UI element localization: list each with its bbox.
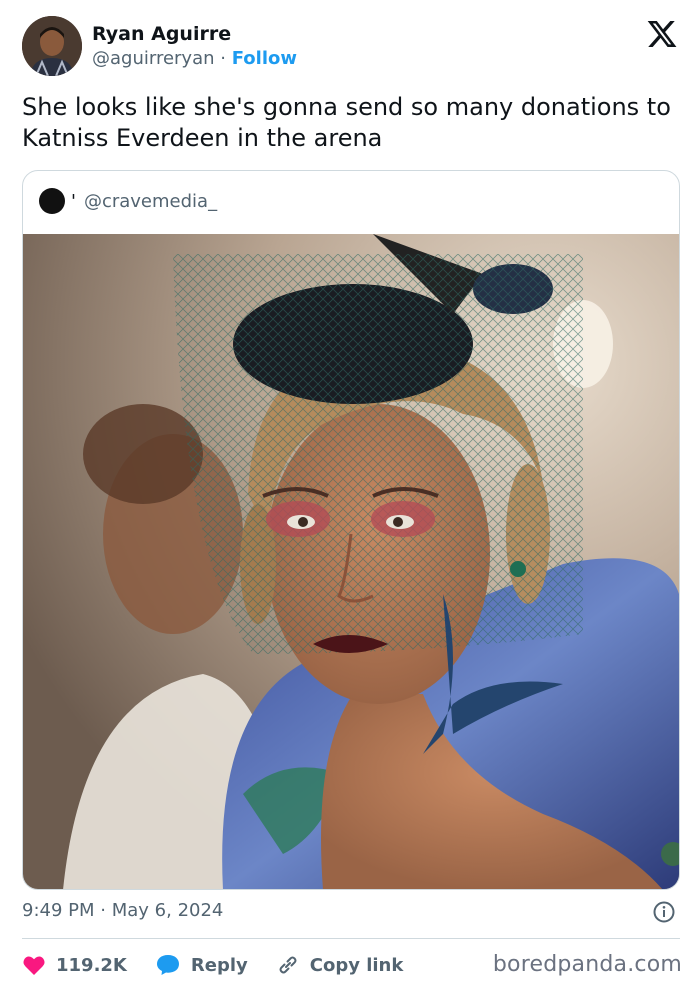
quote-header: ' @cravemedia_ bbox=[39, 187, 217, 215]
tweet-time[interactable]: 9:49 PM bbox=[22, 900, 95, 921]
quote-avatar bbox=[39, 188, 65, 214]
reply-button[interactable]: Reply bbox=[155, 953, 248, 977]
tweet-actions: 119.2K Reply Copy link boredpanda.com bbox=[22, 950, 682, 980]
watermark: boredpanda.com bbox=[492, 952, 682, 977]
photo-illustration bbox=[23, 234, 679, 889]
author-handle[interactable]: @aguirreryan bbox=[92, 48, 215, 69]
like-button[interactable]: 119.2K bbox=[22, 954, 127, 976]
x-logo-icon[interactable] bbox=[646, 18, 678, 50]
quoted-tweet-card[interactable]: ' @cravemedia_ bbox=[22, 170, 680, 890]
tweet-date[interactable]: May 6, 2024 bbox=[112, 900, 224, 921]
link-icon bbox=[279, 956, 297, 974]
tweet-meta: 9:49 PM · May 6, 2024 bbox=[22, 900, 682, 926]
reply-label: Reply bbox=[190, 954, 248, 976]
handle-separator: · bbox=[220, 48, 226, 69]
heart-icon bbox=[23, 956, 45, 975]
copy-link-label: Copy link bbox=[309, 954, 404, 976]
tweet-header: Ryan Aguirre @aguirreryan · Follow bbox=[22, 16, 682, 78]
meta-separator: · bbox=[100, 900, 106, 921]
author-info: Ryan Aguirre @aguirreryan · Follow bbox=[92, 22, 297, 72]
quote-photo[interactable] bbox=[23, 234, 679, 889]
tweet-text: She looks like she's gonna send so many … bbox=[22, 93, 671, 152]
copy-link-button[interactable]: Copy link bbox=[276, 953, 404, 977]
speech-bubble-icon bbox=[156, 955, 179, 975]
quote-handle: @cravemedia_ bbox=[83, 190, 218, 212]
quote-mark: ' bbox=[71, 190, 76, 212]
author-avatar[interactable] bbox=[22, 16, 82, 76]
divider bbox=[22, 938, 680, 939]
follow-button[interactable]: Follow bbox=[232, 48, 297, 69]
avatar-image bbox=[22, 16, 82, 76]
author-handle-line: @aguirreryan · Follow bbox=[92, 46, 297, 72]
author-display-name[interactable]: Ryan Aguirre bbox=[92, 22, 297, 46]
info-icon[interactable] bbox=[652, 900, 676, 924]
like-count: 119.2K bbox=[56, 954, 127, 976]
